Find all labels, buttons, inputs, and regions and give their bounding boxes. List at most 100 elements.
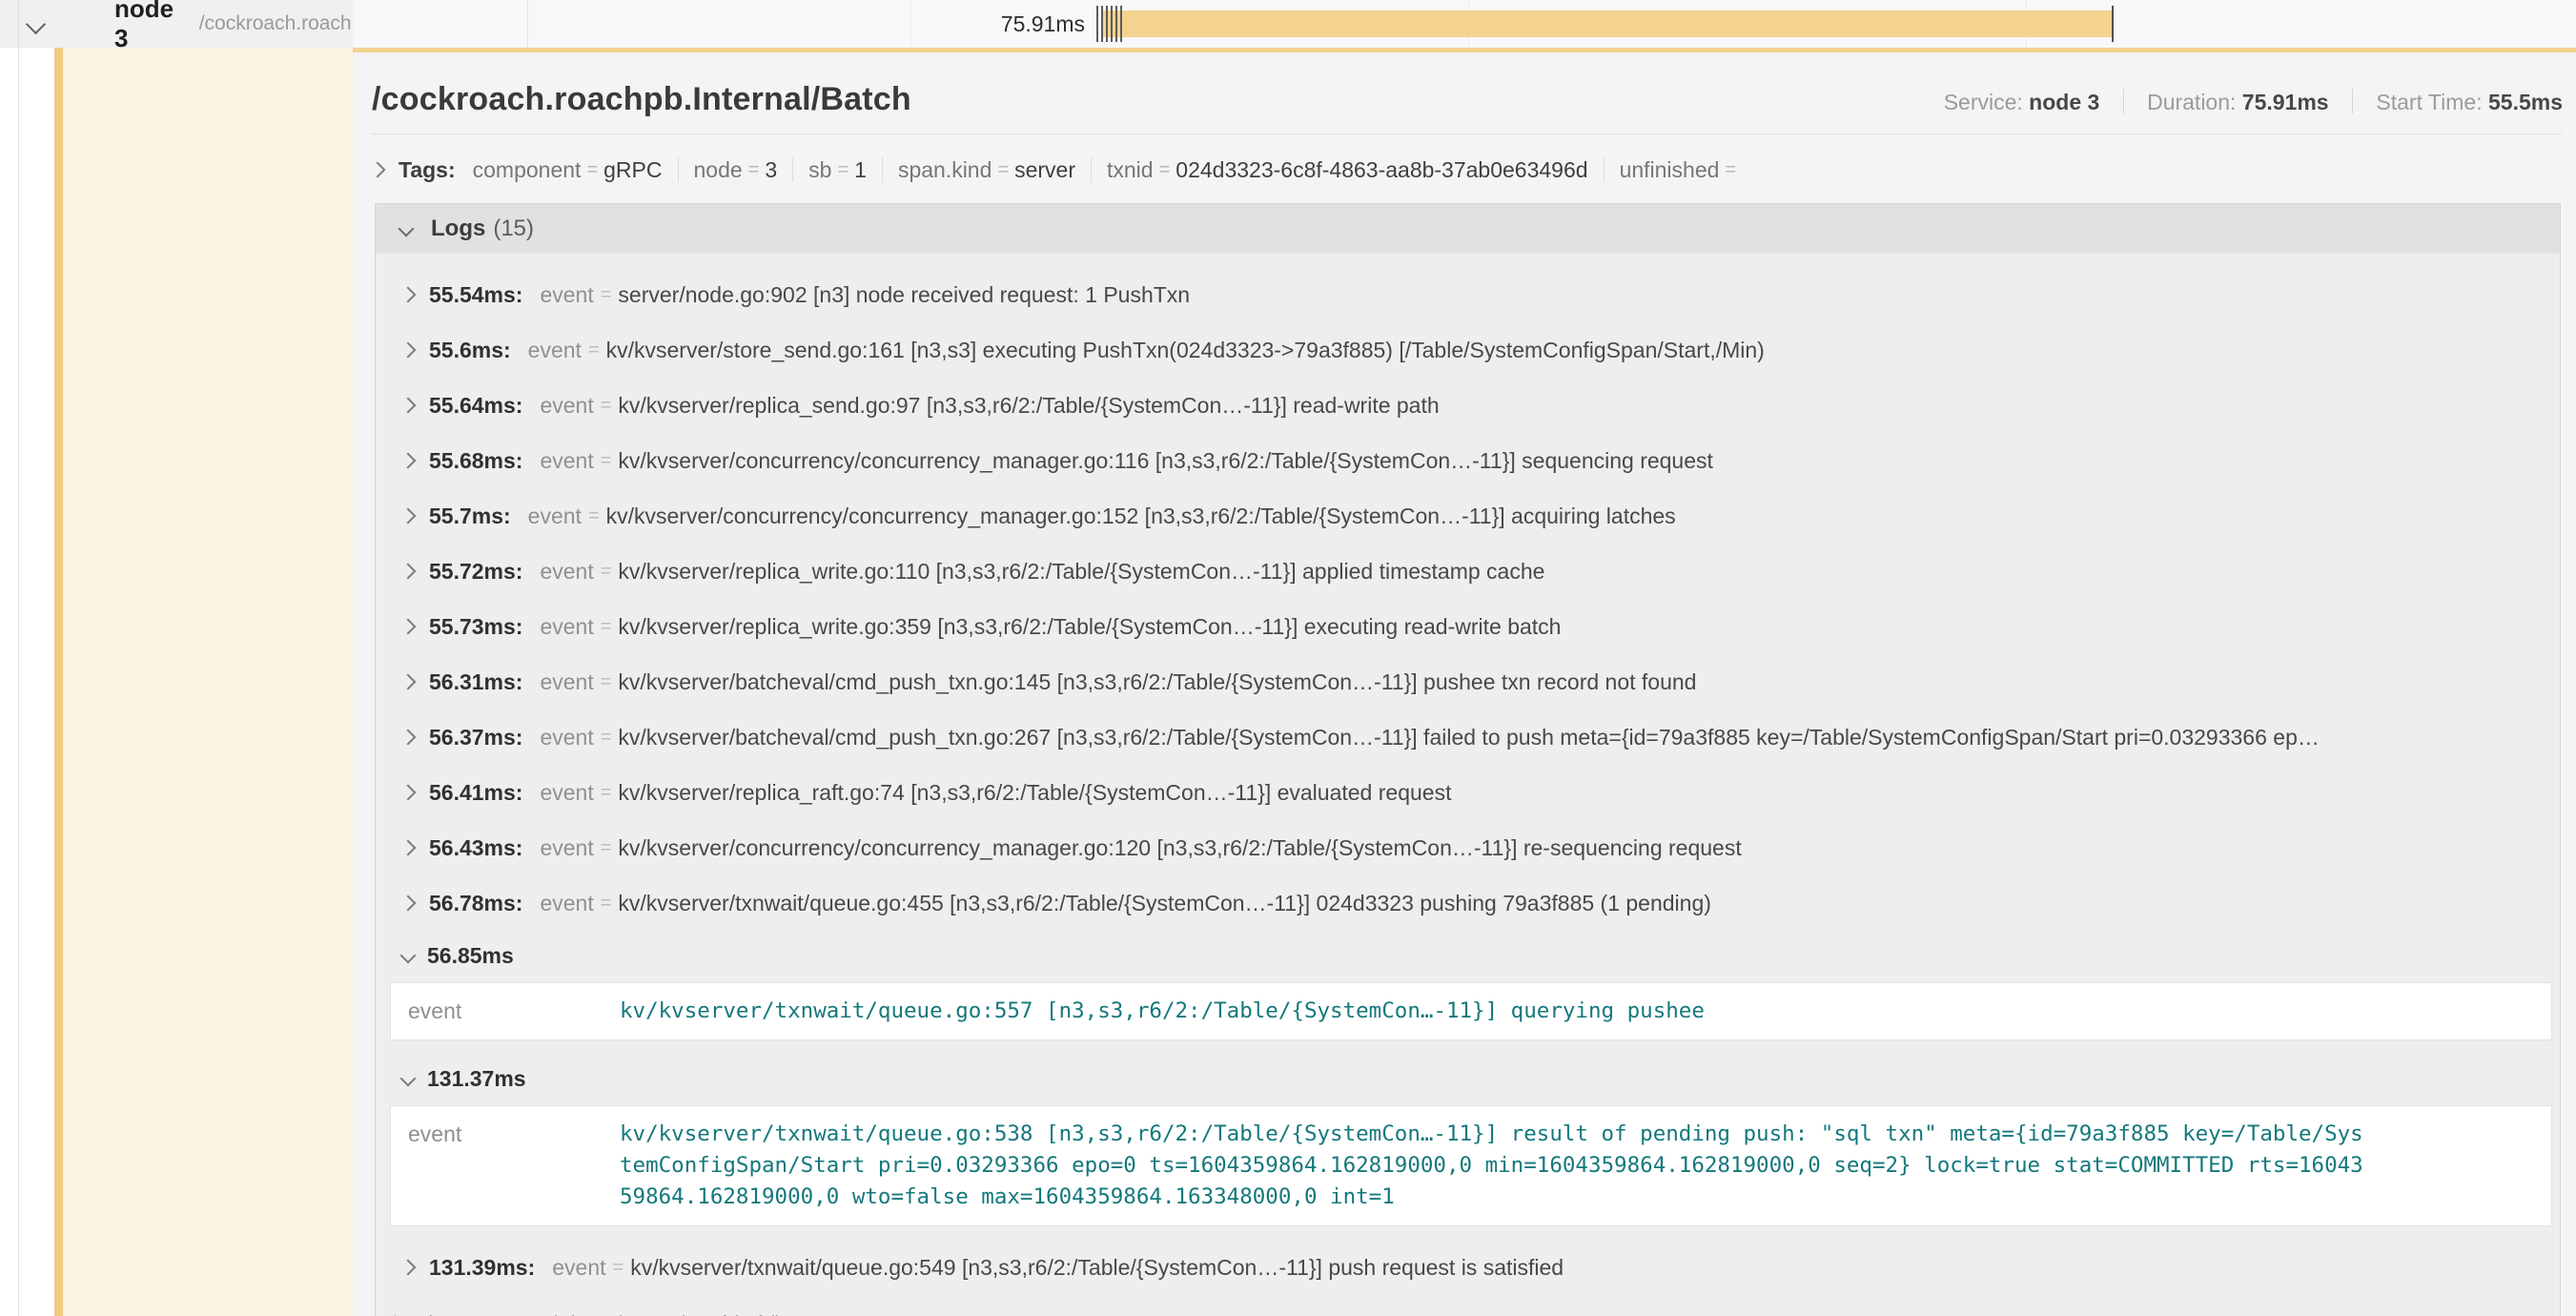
- chevron-right-icon[interactable]: [400, 398, 417, 414]
- chevron-right-icon[interactable]: [400, 895, 417, 912]
- log-equals: =: [588, 505, 600, 527]
- chevron-right-icon[interactable]: [400, 674, 417, 690]
- tag-item[interactable]: node=3: [694, 157, 778, 183]
- selected-span-row-background: [63, 48, 356, 1316]
- log-row[interactable]: 55.73ms: event = kv/kvserver/replica_wri…: [376, 599, 2560, 654]
- chevron-right-icon[interactable]: [400, 342, 417, 359]
- chevron-right-icon[interactable]: [400, 453, 417, 469]
- log-row[interactable]: 55.7ms: event = kv/kvserver/concurrency/…: [376, 488, 2560, 544]
- log-row[interactable]: 56.43ms: event = kv/kvserver/concurrency…: [376, 820, 2560, 875]
- chevron-right-icon[interactable]: [400, 619, 417, 635]
- log-field-key: event: [540, 614, 593, 640]
- logs-header[interactable]: Logs (15): [376, 203, 2560, 254]
- chevron-down-icon[interactable]: [399, 221, 415, 237]
- log-row[interactable]: 55.54ms: event = server/node.go:902 [n3]…: [376, 267, 2560, 322]
- logs-count: (15): [493, 216, 534, 242]
- log-timestamp: 55.64ms:: [429, 393, 522, 419]
- log-field-value: kv/kvserver/txnwait/queue.go:557 [n3,s3,…: [620, 996, 2528, 1027]
- chevron-right-icon[interactable]: [400, 730, 417, 746]
- tags-label: Tags:: [399, 157, 456, 183]
- log-message: kv/kvserver/batcheval/cmd_push_txn.go:26…: [618, 725, 2531, 751]
- tag-equals: =: [748, 159, 760, 181]
- logs-footer-note: Log timestamps are relative to the start…: [376, 1295, 2560, 1316]
- operation-name: /cockroach.roach…: [199, 12, 353, 35]
- chevron-right-icon[interactable]: [400, 1260, 417, 1276]
- tag-item[interactable]: span.kind=server: [898, 157, 1075, 183]
- log-equals: =: [601, 284, 612, 306]
- log-message: kv/kvserver/concurrency/concurrency_mana…: [618, 448, 2531, 474]
- log-equals: =: [588, 339, 600, 361]
- log-message: kv/kvserver/replica_write.go:110 [n3,s3,…: [618, 559, 2531, 585]
- chevron-right-icon[interactable]: [400, 508, 417, 524]
- chevron-down-icon[interactable]: [400, 1071, 417, 1087]
- chevron-right-icon[interactable]: [400, 287, 417, 303]
- log-field-value: kv/kvserver/txnwait/queue.go:538 [n3,s3,…: [620, 1119, 2528, 1213]
- log-row[interactable]: 56.41ms: event = kv/kvserver/replica_raf…: [376, 765, 2560, 820]
- meta-separator: [2352, 89, 2353, 113]
- log-equals: =: [601, 395, 612, 417]
- log-timestamp: 55.68ms:: [429, 448, 522, 474]
- chevron-down-icon[interactable]: [400, 948, 417, 964]
- tags-row[interactable]: Tags: component=gRPC node=3 sb=1 span.ki…: [372, 154, 2563, 186]
- log-message: server/node.go:902 [n3] node received re…: [618, 282, 2531, 308]
- tag-key: txnid: [1107, 157, 1154, 183]
- tag-separator: [678, 157, 679, 182]
- log-timestamp: 56.43ms:: [429, 835, 522, 861]
- logs-title: Logs: [431, 216, 485, 242]
- log-timestamp: 55.72ms:: [429, 559, 522, 585]
- chevron-right-icon[interactable]: [400, 564, 417, 580]
- span-name-cell[interactable]: node 3 /cockroach.roach…: [0, 0, 353, 48]
- tag-key: span.kind: [898, 157, 992, 183]
- chevron-right-icon[interactable]: [400, 785, 417, 801]
- log-row[interactable]: 131.39ms: event = kv/kvserver/txnwait/qu…: [376, 1240, 2560, 1295]
- log-row[interactable]: 56.85ms: [376, 931, 2560, 980]
- log-row[interactable]: 55.6ms: event = kv/kvserver/store_send.g…: [376, 322, 2560, 378]
- log-row[interactable]: 56.37ms: event = kv/kvserver/batcheval/c…: [376, 709, 2560, 765]
- log-row[interactable]: 55.72ms: event = kv/kvserver/replica_wri…: [376, 544, 2560, 599]
- log-row[interactable]: 56.31ms: event = kv/kvserver/batcheval/c…: [376, 654, 2560, 709]
- log-row-expanded: 131.37ms event kv/kvserver/txnwait/queue…: [376, 1054, 2560, 1226]
- chevron-right-icon[interactable]: [370, 162, 386, 178]
- log-field-key: event: [540, 282, 593, 308]
- tag-equals: =: [1725, 159, 1736, 181]
- chevron-right-icon[interactable]: [400, 840, 417, 856]
- chevron-down-icon[interactable]: [26, 13, 46, 33]
- log-message: kv/kvserver/replica_write.go:359 [n3,s3,…: [618, 614, 2531, 640]
- log-row[interactable]: 131.37ms: [376, 1054, 2560, 1103]
- log-equals: =: [601, 561, 612, 583]
- span-meta: Service: node 3 Duration: 75.91ms Start …: [1944, 89, 2563, 115]
- log-field-key: event: [540, 393, 593, 419]
- log-row[interactable]: 56.78ms: event = kv/kvserver/txnwait/que…: [376, 875, 2560, 931]
- tag-item[interactable]: unfinished=: [1620, 157, 1743, 183]
- tag-value: server: [1014, 157, 1075, 183]
- tag-item[interactable]: txnid=024d3323-6c8f-4863-aa8b-37ab0e6349…: [1107, 157, 1588, 183]
- tag-separator: [1604, 157, 1605, 182]
- span-accent-bar: [54, 48, 63, 1316]
- tag-item[interactable]: component=gRPC: [473, 157, 663, 183]
- log-message: kv/kvserver/concurrency/concurrency_mana…: [618, 835, 2531, 861]
- log-message: kv/kvserver/concurrency/concurrency_mana…: [606, 504, 2531, 529]
- log-field-key: event: [540, 835, 593, 861]
- tag-separator: [882, 157, 883, 182]
- span-timeline-bar[interactable]: [1101, 10, 2113, 37]
- tag-item[interactable]: sb=1: [808, 157, 867, 183]
- log-equals: =: [601, 727, 612, 749]
- log-entries: 55.54ms: event = server/node.go:902 [n3]…: [376, 254, 2560, 1295]
- log-timestamp: 131.37ms: [427, 1066, 526, 1092]
- log-field-key: event: [540, 780, 593, 806]
- log-row[interactable]: 55.64ms: event = kv/kvserver/replica_sen…: [376, 378, 2560, 433]
- tag-value: gRPC: [603, 157, 662, 183]
- log-equals: =: [601, 450, 612, 472]
- log-timestamp: 55.54ms:: [429, 282, 522, 308]
- start-time-value: 55.5ms: [2488, 90, 2563, 114]
- span-row[interactable]: node 3 /cockroach.roach… 75.91ms: [0, 0, 2576, 48]
- duration-label: Duration:: [2147, 90, 2236, 114]
- log-field-key: event: [408, 1119, 620, 1147]
- tag-separator: [1091, 157, 1092, 182]
- log-timestamp: 131.39ms:: [429, 1255, 535, 1281]
- span-operation-title: /cockroach.roachpb.Internal/Batch: [372, 81, 911, 118]
- column-resizer[interactable]: [527, 0, 528, 48]
- log-row[interactable]: 55.68ms: event = kv/kvserver/concurrency…: [376, 433, 2560, 488]
- log-field-key: event: [540, 891, 593, 916]
- log-field-key: event: [528, 504, 582, 529]
